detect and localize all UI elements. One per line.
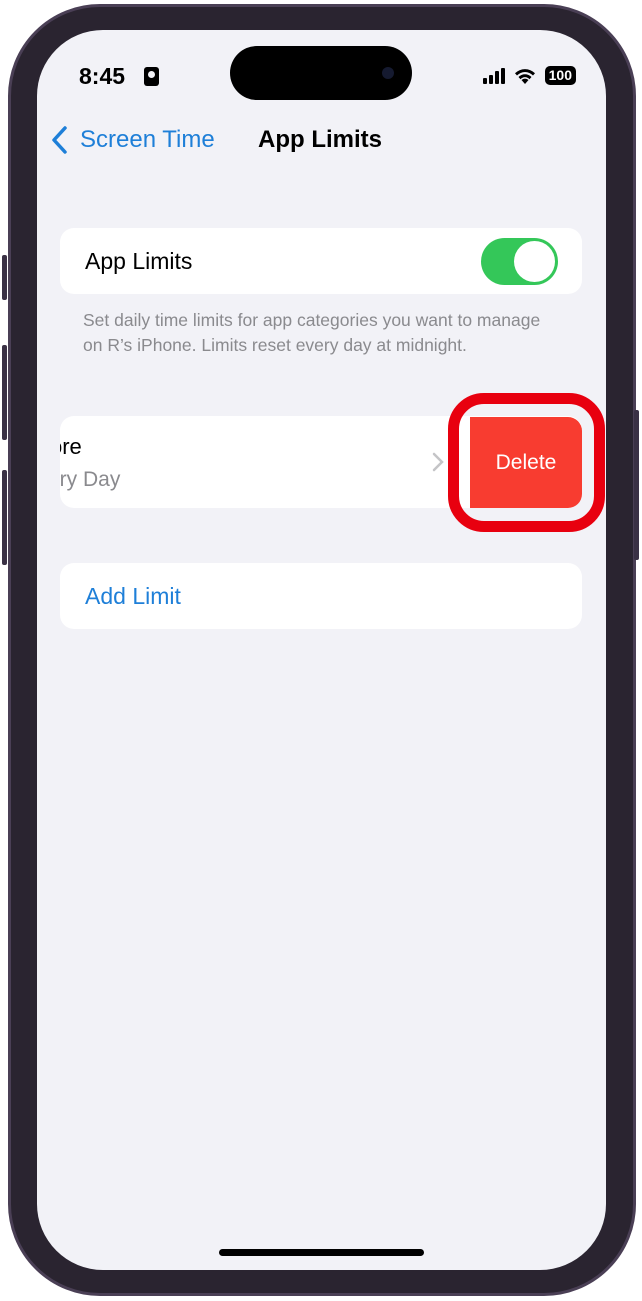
battery-icon: 100 [544,66,576,85]
chevron-left-icon [52,126,67,154]
wifi-icon [514,68,535,84]
app-limits-toggle-row: App Limits [60,228,582,294]
highlight-ring [448,393,605,532]
status-time: 8:45 [79,63,126,89]
home-indicator[interactable] [219,1249,424,1256]
limit-subtitle: ery Day [60,468,121,491]
app-limits-toggle[interactable] [481,238,558,285]
page-title: App Limits [258,126,382,153]
signal-icon [482,67,505,84]
app-limits-label: App Limits [85,248,193,274]
limit-title: ore [60,434,82,459]
volume-up-button [2,345,7,440]
chevron-right-icon [432,452,444,472]
status-icons: 100 [482,66,576,85]
screen: 8:45 100 Screen Time App Limits App Limi… [37,30,606,1270]
add-limit-label: Add Limit [85,583,181,609]
volume-down-button [2,470,7,565]
app-limits-description: Set daily time limits for app categories… [83,310,541,355]
camera-icon [382,67,394,79]
back-label: Screen Time [80,126,215,153]
contact-card-icon [144,67,159,86]
side-button [634,410,639,560]
back-button[interactable]: Screen Time [49,124,215,156]
add-limit-button[interactable]: Add Limit [60,563,582,629]
dynamic-island [230,46,412,100]
action-button [2,255,7,300]
